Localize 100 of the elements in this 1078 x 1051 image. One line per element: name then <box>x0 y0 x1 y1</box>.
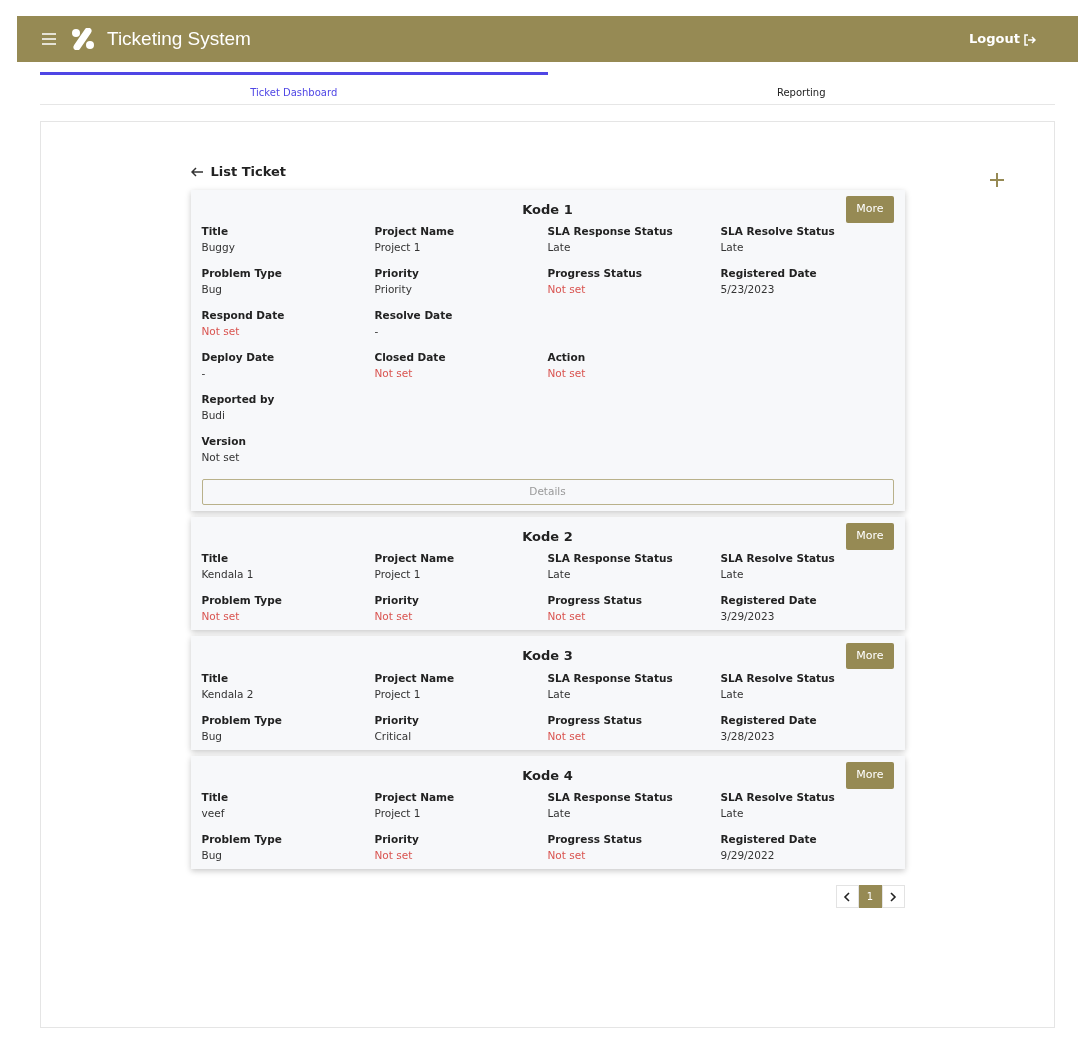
field-label: Title <box>201 670 229 686</box>
field-value: 9/29/2022 <box>720 848 776 864</box>
field-label: Action <box>547 350 587 365</box>
field-value: Late <box>720 806 745 822</box>
field-value: Project 1 <box>374 567 422 583</box>
field-value: Late <box>547 240 572 255</box>
field-value: Not set <box>201 609 241 625</box>
field-label: SLA Response Status <box>547 790 674 806</box>
field-label: SLA Response Status <box>547 224 674 239</box>
field-value: Late <box>720 686 745 702</box>
ticket-code: Kode 2 <box>522 527 573 546</box>
ticket-code: Kode 3 <box>522 647 573 666</box>
page-button[interactable]: 1 <box>858 885 882 909</box>
field-label: Problem Type <box>201 832 283 848</box>
field-label: Progress Status <box>547 832 643 848</box>
field-label: SLA Response Status <box>547 670 674 686</box>
field-value: Critical <box>374 728 413 744</box>
field-value: Project 1 <box>374 806 422 822</box>
field-label: Project Name <box>374 790 456 806</box>
field-label: SLA Response Status <box>547 551 674 567</box>
field-value: Not set <box>547 848 587 864</box>
field-label: Registered Date <box>720 712 818 728</box>
field-value: Not set <box>547 282 587 297</box>
field-label: Problem Type <box>201 712 283 728</box>
field-label: Priority <box>374 593 420 609</box>
field-label: Registered Date <box>720 266 818 281</box>
field-label: Title <box>201 224 229 239</box>
field-label: Progress Status <box>547 593 643 609</box>
add-icon[interactable] <box>990 172 1004 189</box>
field-value: Late <box>720 240 745 255</box>
field-label: Progress Status <box>547 712 643 728</box>
field-value: Bug <box>201 728 224 744</box>
field-value: Not set <box>547 728 587 744</box>
field-value: 5/23/2023 <box>720 282 776 297</box>
field-label: SLA Resolve Status <box>720 790 836 806</box>
field-label: Closed Date <box>374 350 447 365</box>
app-title: Ticketing System <box>107 26 251 51</box>
field-label: Project Name <box>374 224 456 239</box>
field-value: Late <box>547 686 572 702</box>
next-page-button[interactable] <box>881 885 905 909</box>
ticket-code: Kode 4 <box>522 766 573 785</box>
field-value: Late <box>720 567 745 583</box>
page-title: List Ticket <box>210 163 287 181</box>
more-button[interactable]: More <box>846 196 894 223</box>
field-value: Not set <box>374 366 414 381</box>
tab[interactable]: Reporting <box>547 72 1055 104</box>
field-value: Late <box>547 567 572 583</box>
details-button[interactable]: Details <box>201 479 894 505</box>
previous-page-button[interactable] <box>835 885 859 909</box>
tab[interactable]: Ticket Dashboard <box>40 72 548 104</box>
field-label: Priority <box>374 712 420 728</box>
field-value: Budi <box>201 408 226 423</box>
field-value: - <box>374 324 380 339</box>
field-value: 3/28/2023 <box>720 728 776 744</box>
field-label: Registered Date <box>720 593 818 609</box>
field-value: Not set <box>374 848 414 864</box>
field-value: - <box>201 366 207 381</box>
more-button[interactable]: More <box>846 523 894 550</box>
field-label: Progress Status <box>547 266 643 281</box>
field-value: Not set <box>201 324 241 339</box>
field-label: Registered Date <box>720 832 818 848</box>
field-value: Project 1 <box>374 686 422 702</box>
menu-icon[interactable] <box>41 30 57 48</box>
chevron-right-icon <box>889 892 897 903</box>
field-value: 3/29/2023 <box>720 609 776 625</box>
field-value: Buggy <box>201 240 236 255</box>
logo-icon <box>71 28 95 50</box>
field-value: Not set <box>201 450 241 465</box>
field-value: Bug <box>201 282 224 297</box>
field-label: Resolve Date <box>374 308 454 323</box>
chevron-left-icon <box>843 892 851 903</box>
field-value: Not set <box>374 609 414 625</box>
field-value: Not set <box>547 366 587 381</box>
field-value: Not set <box>547 609 587 625</box>
field-value: Kendala 2 <box>201 686 255 702</box>
field-label: Reported by <box>201 392 276 407</box>
field-label: Priority <box>374 832 420 848</box>
field-label: Respond Date <box>201 308 286 323</box>
more-button[interactable]: More <box>846 642 894 670</box>
field-label: SLA Resolve Status <box>720 551 836 567</box>
more-button[interactable]: More <box>846 762 894 789</box>
ticket-code: Kode 1 <box>522 200 573 219</box>
logout-button[interactable]: Logout <box>963 28 1042 50</box>
field-label: Title <box>201 551 229 567</box>
field-label: Title <box>201 790 229 806</box>
field-label: Project Name <box>374 670 456 686</box>
field-label: Project Name <box>374 551 456 567</box>
field-value: Bug <box>201 848 224 864</box>
field-value: Kendala 1 <box>201 567 255 583</box>
field-value: veef <box>201 806 226 822</box>
field-label: Priority <box>374 266 420 281</box>
field-label: Deploy Date <box>201 350 276 365</box>
field-label: SLA Resolve Status <box>720 224 836 239</box>
field-label: Problem Type <box>201 266 283 281</box>
field-value: Late <box>547 806 572 822</box>
field-label: SLA Resolve Status <box>720 670 836 686</box>
field-value: Project 1 <box>374 240 422 255</box>
field-label: Version <box>201 434 247 449</box>
field-value: Priority <box>374 282 413 297</box>
field-label: Problem Type <box>201 593 283 609</box>
